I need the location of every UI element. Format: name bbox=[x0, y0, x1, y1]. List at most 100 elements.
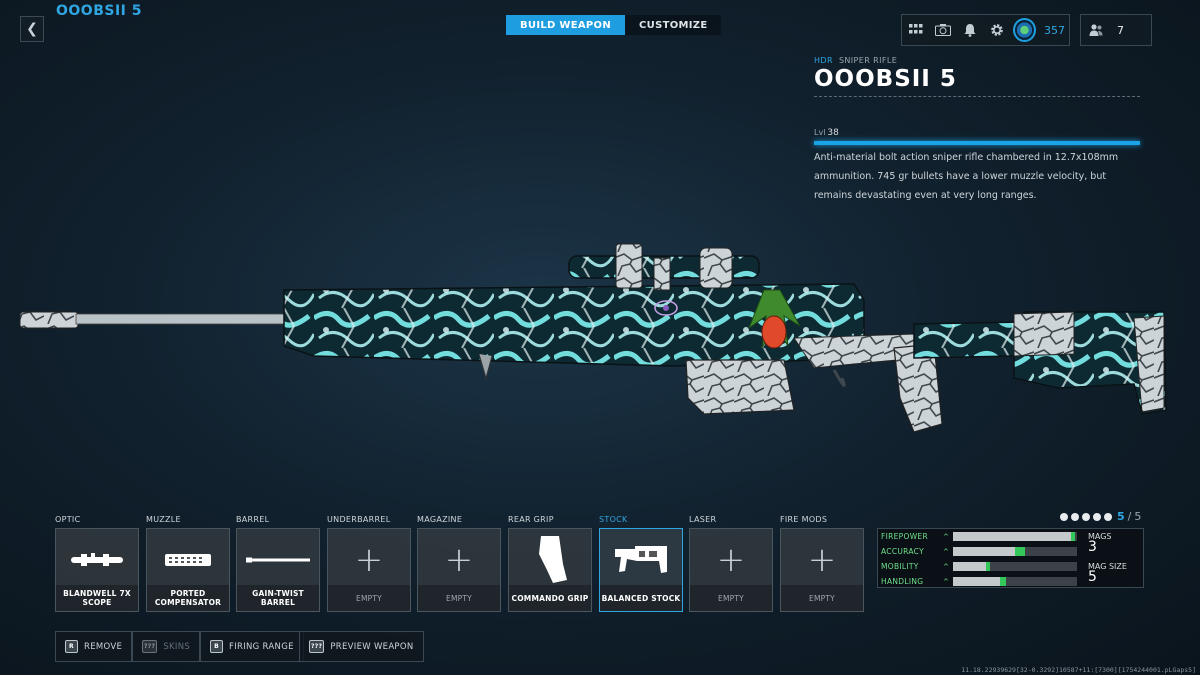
stat-mobility: MOBILITY ^ bbox=[881, 560, 1085, 573]
firing-range-button[interactable]: B FIRING RANGE bbox=[200, 631, 304, 662]
plus-icon: + bbox=[807, 540, 837, 580]
mags-value: 3 bbox=[1088, 539, 1097, 555]
barrel-card[interactable]: GAIN-TWIST BARREL bbox=[236, 528, 320, 612]
pager-dot bbox=[1060, 512, 1068, 521]
camera-icon[interactable] bbox=[933, 19, 954, 41]
weapon-info: HDR SNIPER RIFLE OOOBSII 5 bbox=[814, 56, 1144, 97]
chevron-up-icon: ^ bbox=[943, 577, 949, 586]
level-label: Lvl bbox=[814, 128, 826, 137]
stat-name: ACCURACY bbox=[881, 547, 924, 556]
scope-icon bbox=[56, 535, 138, 585]
chevron-up-icon: ^ bbox=[943, 532, 949, 541]
compensator-icon bbox=[147, 535, 229, 585]
mag-size-info: MAG SIZE 5 bbox=[1088, 562, 1144, 584]
pager-dot bbox=[1104, 512, 1112, 521]
stock-card[interactable]: BALANCED STOCK bbox=[599, 528, 683, 612]
attachment-counter: 5/5 bbox=[1060, 510, 1141, 523]
build-id: 11.18.22939629[32-0.3292]10587+11:[7300]… bbox=[961, 666, 1196, 674]
key-hint: ??? bbox=[142, 640, 158, 653]
slot-category: BARREL bbox=[236, 515, 270, 524]
back-button[interactable]: ❮ bbox=[20, 16, 44, 42]
muzzle-card[interactable]: PORTED COMPENSATOR bbox=[146, 528, 230, 612]
slot-laser: LASER + EMPTY bbox=[689, 515, 773, 612]
rear-grip-card[interactable]: COMMANDO GRIP bbox=[508, 528, 592, 612]
token-count: 357 bbox=[1044, 23, 1066, 37]
pager-separator: / bbox=[1127, 510, 1132, 523]
slot-item-name: EMPTY bbox=[781, 585, 863, 611]
slot-category: OPTIC bbox=[55, 515, 81, 524]
prestige-icon[interactable] bbox=[1013, 18, 1037, 42]
key-hint: R bbox=[65, 640, 78, 653]
magazine-card[interactable]: + EMPTY bbox=[417, 528, 501, 612]
weapon-stats-panel: FIREPOWER ^ ACCURACY ^ MOBILITY ^ HANDLI… bbox=[877, 528, 1144, 588]
slot-item-name: EMPTY bbox=[328, 585, 410, 611]
plus-icon: + bbox=[354, 540, 384, 580]
stat-handling: HANDLING ^ bbox=[881, 575, 1085, 588]
stat-bar bbox=[953, 532, 1077, 541]
tab-build-weapon[interactable]: BUILD WEAPON bbox=[506, 15, 626, 35]
underbarrel-card[interactable]: + EMPTY bbox=[327, 528, 411, 612]
stat-accuracy: ACCURACY ^ bbox=[881, 545, 1085, 558]
top-menu-bar: 357 bbox=[901, 14, 1070, 46]
pager-dot bbox=[1071, 512, 1079, 521]
party-button[interactable]: 7 bbox=[1080, 14, 1152, 46]
stat-name: HANDLING bbox=[881, 577, 924, 586]
weapon-name: OOOBSII 5 bbox=[814, 66, 957, 92]
party-icon bbox=[1089, 24, 1103, 36]
slot-muzzle: MUZZLE PORTED COMPENSATOR bbox=[146, 515, 230, 612]
skins-button[interactable]: ??? SKINS bbox=[132, 631, 201, 662]
remove-button[interactable]: R REMOVE bbox=[55, 631, 133, 662]
pager-dot bbox=[1082, 512, 1090, 521]
slot-category: LASER bbox=[689, 515, 717, 524]
slot-item-name: BALANCED STOCK bbox=[600, 585, 682, 611]
stat-bar bbox=[953, 547, 1077, 556]
mode-tabs: BUILD WEAPON CUSTOMIZE bbox=[506, 15, 722, 35]
stat-bar bbox=[953, 562, 1077, 571]
key-hint: B bbox=[210, 640, 223, 653]
slot-category: REAR GRIP bbox=[508, 515, 554, 524]
slot-rear-grip: REAR GRIP COMMANDO GRIP bbox=[508, 515, 592, 612]
slot-category: FIRE MODS bbox=[780, 515, 828, 524]
slot-item-name: BLANDWELL 7X SCOPE bbox=[56, 585, 138, 611]
weapon-level: Lvl 38 bbox=[814, 128, 839, 138]
grid-menu-icon[interactable] bbox=[906, 19, 927, 41]
slot-category: STOCK bbox=[599, 515, 628, 524]
level-value: 38 bbox=[827, 128, 839, 138]
slot-item-name: GAIN-TWIST BARREL bbox=[237, 585, 319, 611]
bell-icon[interactable] bbox=[960, 19, 981, 41]
level-progress-bar bbox=[814, 141, 1140, 145]
button-label: PREVIEW WEAPON bbox=[330, 641, 414, 652]
mags-info: MAGS 3 bbox=[1088, 532, 1144, 554]
slot-item-name: PORTED COMPENSATOR bbox=[147, 585, 229, 611]
slot-optic: OPTIC BLANDWELL 7X SCOPE bbox=[55, 515, 139, 612]
stat-bar bbox=[953, 577, 1077, 586]
slot-category: UNDERBARREL bbox=[327, 515, 391, 524]
slot-stock: STOCK BALANCED STOCK bbox=[599, 515, 683, 612]
mag-size-value: 5 bbox=[1088, 569, 1097, 585]
stat-name: FIREPOWER bbox=[881, 532, 928, 541]
laser-card[interactable]: + EMPTY bbox=[689, 528, 773, 612]
loadout-name: OOOBSII 5 bbox=[56, 3, 142, 19]
weapon-class: SNIPER RIFLE bbox=[838, 56, 898, 65]
optic-card[interactable]: BLANDWELL 7X SCOPE bbox=[55, 528, 139, 612]
gear-icon[interactable] bbox=[986, 19, 1007, 41]
pager-dot bbox=[1093, 512, 1101, 521]
fire-mods-card[interactable]: + EMPTY bbox=[780, 528, 864, 612]
chevron-left-icon: ❮ bbox=[26, 21, 38, 37]
grip-icon bbox=[509, 533, 591, 585]
pager-current: 5 bbox=[1117, 510, 1125, 523]
weapon-description: Anti-material bolt action sniper rifle c… bbox=[814, 152, 1119, 201]
weapon-model[interactable] bbox=[14, 228, 1184, 448]
plus-icon: + bbox=[444, 540, 474, 580]
divider bbox=[814, 96, 1140, 97]
preview-weapon-button[interactable]: ??? PREVIEW WEAPON bbox=[299, 631, 424, 662]
slot-item-name: EMPTY bbox=[418, 585, 500, 611]
slot-item-name: COMMANDO GRIP bbox=[509, 585, 591, 611]
chevron-up-icon: ^ bbox=[943, 562, 949, 571]
stock-icon bbox=[600, 535, 682, 585]
slot-category: MUZZLE bbox=[146, 515, 181, 524]
slot-category: MAGAZINE bbox=[417, 515, 463, 524]
tab-customize[interactable]: CUSTOMIZE bbox=[625, 15, 722, 35]
slot-fire-mods: FIRE MODS + EMPTY bbox=[780, 515, 864, 612]
slot-item-name: EMPTY bbox=[690, 585, 772, 611]
